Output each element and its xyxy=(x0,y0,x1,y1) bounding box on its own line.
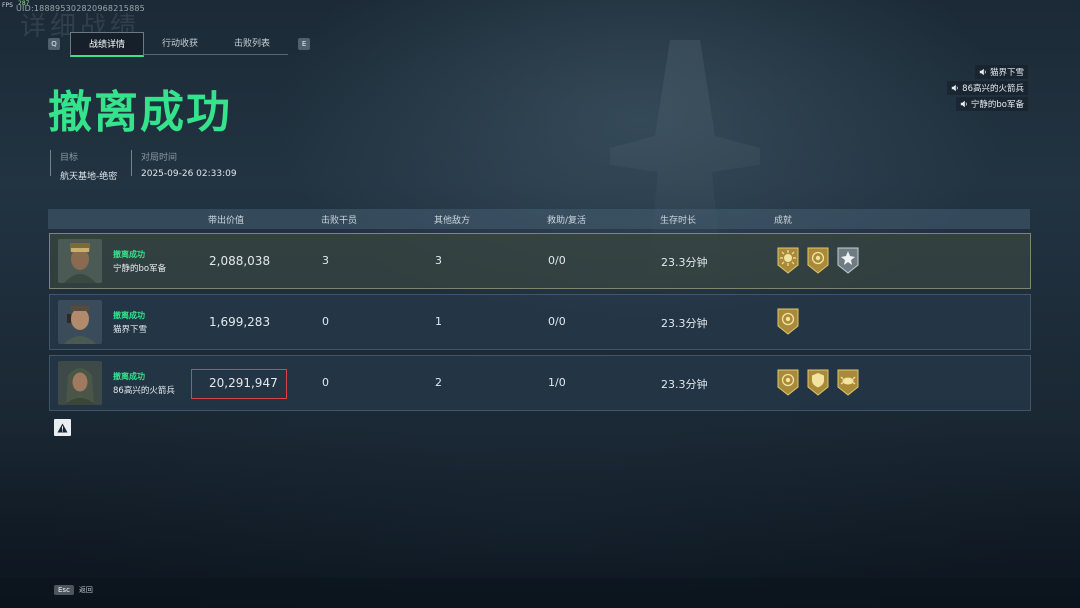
row-medals xyxy=(776,369,860,396)
back-button[interactable]: Esc 返回 xyxy=(54,585,93,595)
row-status: 撤离成功 xyxy=(113,250,145,259)
result-title: 撤离成功 xyxy=(48,87,232,138)
row-player-name: 猫界下雪 xyxy=(113,325,148,335)
tab-prev-key[interactable]: Q xyxy=(48,38,60,50)
gold-shield-medal-icon[interactable] xyxy=(806,369,830,396)
row-survival: 23.3分钟 xyxy=(661,256,708,269)
gold-circle-medal-icon[interactable] xyxy=(776,308,800,335)
avatar xyxy=(58,239,102,283)
meta-divider xyxy=(131,150,132,176)
row-others: 3 xyxy=(435,254,442,267)
row-player-name: 86高兴的火箭兵 xyxy=(113,386,175,396)
row-value: 20,291,947 xyxy=(209,376,278,390)
meta-divider xyxy=(50,150,51,176)
row-others: 1 xyxy=(435,315,442,328)
row-value: 1,699,283 xyxy=(209,315,271,329)
row-medals xyxy=(776,247,860,274)
tab-next-key[interactable]: E xyxy=(298,38,311,50)
header-assist: 救助/复活 xyxy=(547,216,587,226)
uid-text: UID:188895302820968215885 xyxy=(16,4,145,13)
bottom-bar xyxy=(0,578,1080,608)
header-kills: 击败干员 xyxy=(321,216,358,226)
esc-key[interactable]: Esc xyxy=(54,585,74,595)
voice-name: 猫界下雪 xyxy=(989,68,1024,78)
voice-item: 猫界下雪 xyxy=(974,65,1028,79)
avatar xyxy=(58,361,102,405)
tab-bar: Q 战绩详情 行动收获 击败列表 E xyxy=(48,31,311,57)
gold-sun-medal-icon[interactable] xyxy=(776,247,800,274)
row-kills: 0 xyxy=(322,376,329,389)
voice-name: 86高兴的火箭兵 xyxy=(962,84,1024,94)
speaker-icon xyxy=(951,84,958,92)
row-kills: 3 xyxy=(322,254,329,267)
time-value: 2025-09-26 02:33:09 xyxy=(141,169,237,179)
gold-circle-medal-icon[interactable] xyxy=(806,247,830,274)
tab-action-loot[interactable]: 行动收获 xyxy=(144,32,217,55)
back-label: 返回 xyxy=(78,586,93,594)
voice-item: 宁静的bo军备 xyxy=(955,97,1028,111)
avatar xyxy=(58,300,102,344)
target-value: 航天基地-绝密 xyxy=(60,172,118,182)
target-label: 目标 xyxy=(60,153,79,163)
row-kills: 0 xyxy=(322,315,329,328)
silver-star-medal-icon[interactable] xyxy=(836,247,860,274)
fps-label: FPS xyxy=(2,2,13,9)
row-survival: 23.3分钟 xyxy=(661,378,708,391)
voice-item: 86高兴的火箭兵 xyxy=(947,81,1028,95)
warning-icon[interactable] xyxy=(54,419,71,436)
gold-circle-medal-icon[interactable] xyxy=(776,369,800,396)
tab-battle-details[interactable]: 战绩详情 xyxy=(70,31,145,57)
row-assist: 1/0 xyxy=(548,376,566,389)
meta-target: 目标 航天基地-绝密 xyxy=(60,150,117,182)
row-assist: 0/0 xyxy=(548,254,566,267)
voice-chat-list: 猫界下雪 86高兴的火箭兵 宁静的bo军备 xyxy=(947,65,1028,111)
row-player-name: 宁静的bo军备 xyxy=(113,264,167,274)
row-value: 2,088,038 xyxy=(209,254,271,268)
time-label: 对局时间 xyxy=(141,153,178,163)
speaker-icon xyxy=(979,68,986,76)
row-status: 撤离成功 xyxy=(113,372,145,381)
meta-time: 对局时间 2025-09-26 02:33:09 xyxy=(141,150,237,179)
row-assist: 0/0 xyxy=(548,315,566,328)
speaker-icon xyxy=(960,100,967,108)
tab-kill-list[interactable]: 击败列表 xyxy=(216,32,289,55)
row-survival: 23.3分钟 xyxy=(661,317,708,330)
table-row[interactable]: 撤离成功 宁静的bo军备 2,088,038 3 3 0/0 23.3分钟 xyxy=(49,233,1031,289)
voice-name: 宁静的bo军备 xyxy=(970,100,1024,110)
header-survival: 生存时长 xyxy=(660,216,697,226)
row-medals xyxy=(776,308,800,335)
table-header: 带出价值 击败干员 其他敌方 救助/复活 生存时长 成就 xyxy=(48,209,1030,229)
row-status: 撤离成功 xyxy=(113,311,145,320)
table-row[interactable]: 撤离成功 猫界下雪 1,699,283 0 1 0/0 23.3分钟 xyxy=(49,294,1031,350)
header-value: 带出价值 xyxy=(208,216,245,226)
header-others: 其他敌方 xyxy=(434,216,471,226)
row-others: 2 xyxy=(435,376,442,389)
header-achievements: 成就 xyxy=(774,216,793,226)
gold-crab-medal-icon[interactable] xyxy=(836,369,860,396)
table-row[interactable]: 撤离成功 86高兴的火箭兵 20,291,947 0 2 1/0 23.3分钟 xyxy=(49,355,1031,411)
